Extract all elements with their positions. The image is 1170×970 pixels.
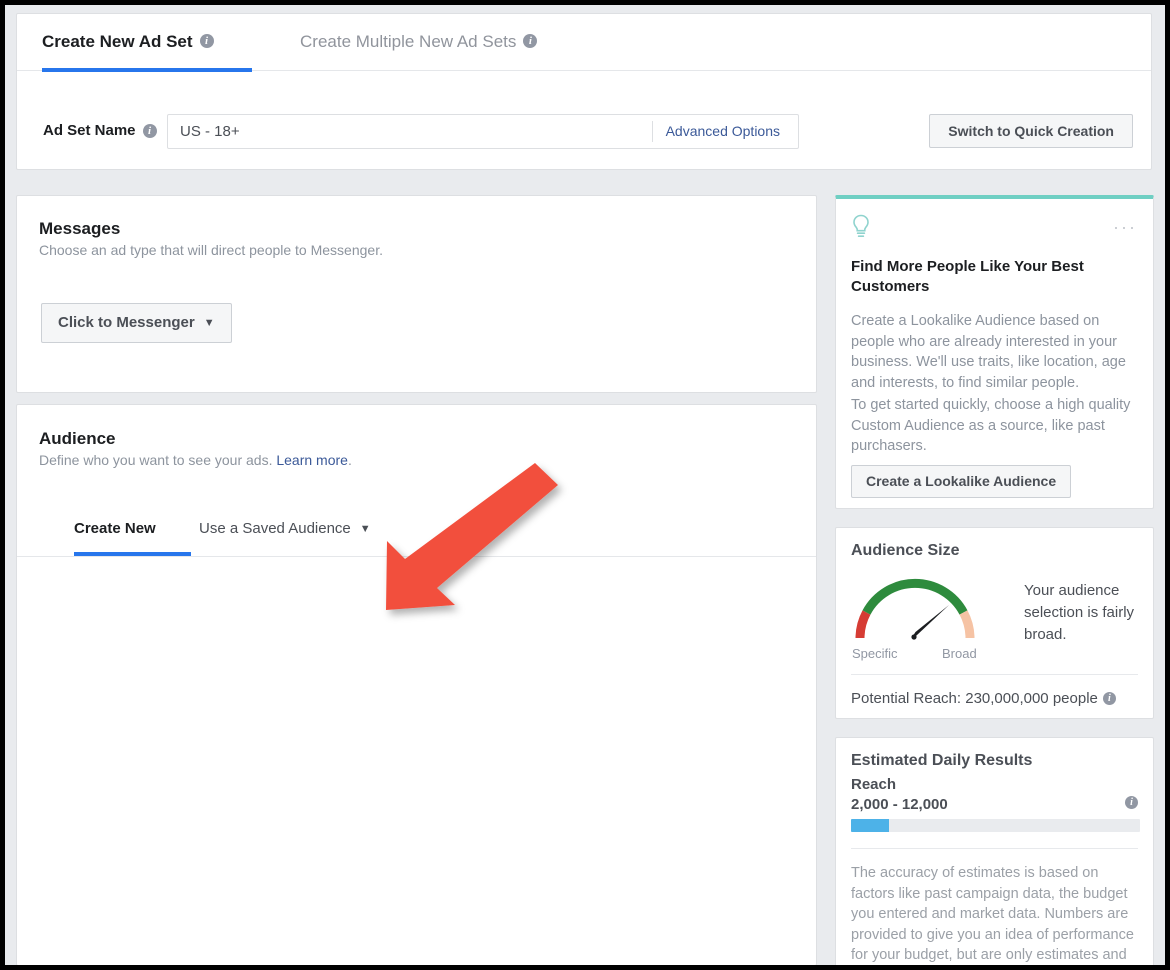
estimated-results-note: The accuracy of estimates is based on fa… (851, 865, 1134, 964)
messages-header: Messages Choose an ad type that will dir… (39, 219, 383, 258)
audience-size-title: Audience Size (851, 542, 960, 559)
audience-header: Audience Define who you want to see your… (39, 429, 352, 468)
period: . (347, 452, 352, 468)
advanced-options-link[interactable]: Advanced Options (666, 123, 780, 139)
tab-use-saved-audience[interactable]: Use a Saved Audience ▼ (199, 520, 371, 537)
info-icon[interactable]: i (1102, 692, 1116, 706)
tab-create-new-ad-set-label: Create New Ad Set (42, 31, 193, 51)
estimated-results-range: 2,000 - 12,000 (851, 796, 948, 813)
tab-create-multiple-ad-sets[interactable]: Create Multiple New Ad Sets i (300, 31, 538, 52)
divider (851, 674, 1138, 675)
chevron-down-icon: ▼ (359, 523, 371, 536)
audience-title: Audience (39, 429, 116, 448)
messages-title: Messages (39, 219, 121, 238)
info-icon[interactable]: i (199, 34, 214, 49)
messages-subtitle: Choose an ad type that will direct peopl… (39, 242, 383, 258)
estimated-results-title: Estimated Daily Results (851, 752, 1033, 769)
chevron-down-icon: ▼ (203, 317, 215, 330)
tip-card-paragraph-1: Create a Lookalike Audience based on peo… (851, 313, 1126, 391)
messages-card: Messages Choose an ad type that will dir… (16, 195, 817, 393)
ad-type-dropdown-label: Click to Messenger (58, 314, 195, 331)
tab-create-multiple-ad-sets-label: Create Multiple New Ad Sets (300, 31, 517, 51)
audience-subtitle: Define who you want to see your ads. Lea… (39, 452, 352, 468)
tab-use-saved-audience-label: Use a Saved Audience (199, 520, 351, 537)
ad-set-name-field-wrapper: Advanced Options (167, 114, 799, 149)
audience-subtitle-text: Define who you want to see your ads. (39, 452, 273, 468)
ad-set-name-input[interactable] (168, 115, 658, 148)
audience-size-card: Audience Size Specific Broad Your audien… (835, 527, 1154, 719)
gauge-low-label: Specific (852, 646, 898, 661)
estimated-results-bar (851, 819, 1140, 832)
ad-set-name-label: Ad Set Name i (43, 122, 157, 139)
divider (652, 121, 653, 142)
ad-set-header-card: Create New Ad Set i Create Multiple New A… (16, 13, 1152, 170)
audience-size-description: Your audience selection is fairly broad. (1024, 582, 1135, 643)
tab-create-new-audience[interactable]: Create New (74, 520, 156, 537)
tab-create-new-ad-set[interactable]: Create New Ad Set i (42, 31, 214, 52)
potential-reach-text: Potential Reach: 230,000,000 people i (851, 690, 1116, 707)
divider (851, 848, 1138, 849)
lightbulb-icon (853, 214, 869, 237)
info-icon[interactable]: i (1125, 796, 1138, 809)
tip-card-paragraph-2: To get started quickly, choose a high qu… (851, 397, 1131, 455)
learn-more-link[interactable]: Learn more (276, 452, 348, 468)
info-icon[interactable]: i (142, 123, 157, 138)
ad-type-dropdown[interactable]: Click to Messenger ▼ (41, 303, 232, 343)
ads-manager-page: Create New Ad Set i Create Multiple New A… (5, 5, 1165, 965)
creation-mode-tabs: Create New Ad Set i Create Multiple New A… (17, 14, 1151, 72)
audience-tabs: Create New Use a Saved Audience ▼ (17, 509, 816, 557)
audience-card: Audience Define who you want to see your… (16, 404, 817, 965)
switch-to-quick-creation-button[interactable]: Switch to Quick Creation (929, 114, 1133, 148)
ad-set-name-row: Ad Set Namei Advanced Options Switch to … (17, 71, 1151, 169)
estimated-daily-results-card: Estimated Daily Results Reach 2,000 - 12… (835, 737, 1154, 965)
lookalike-tip-card: ··· Find More People Like Your Best Cust… (835, 195, 1154, 509)
gauge-high-label: Broad (942, 646, 977, 661)
estimated-results-metric: Reach (851, 776, 897, 793)
estimated-results-bar-fill (851, 819, 889, 832)
info-icon[interactable]: i (523, 34, 538, 49)
card-overflow-menu-icon[interactable]: ··· (1113, 218, 1137, 236)
tip-card-title: Find More People Like Your Best Customer… (851, 258, 1084, 295)
create-lookalike-audience-button[interactable]: Create a Lookalike Audience (851, 465, 1072, 498)
active-audience-tab-indicator (74, 552, 191, 556)
audience-size-gauge (855, 578, 975, 640)
